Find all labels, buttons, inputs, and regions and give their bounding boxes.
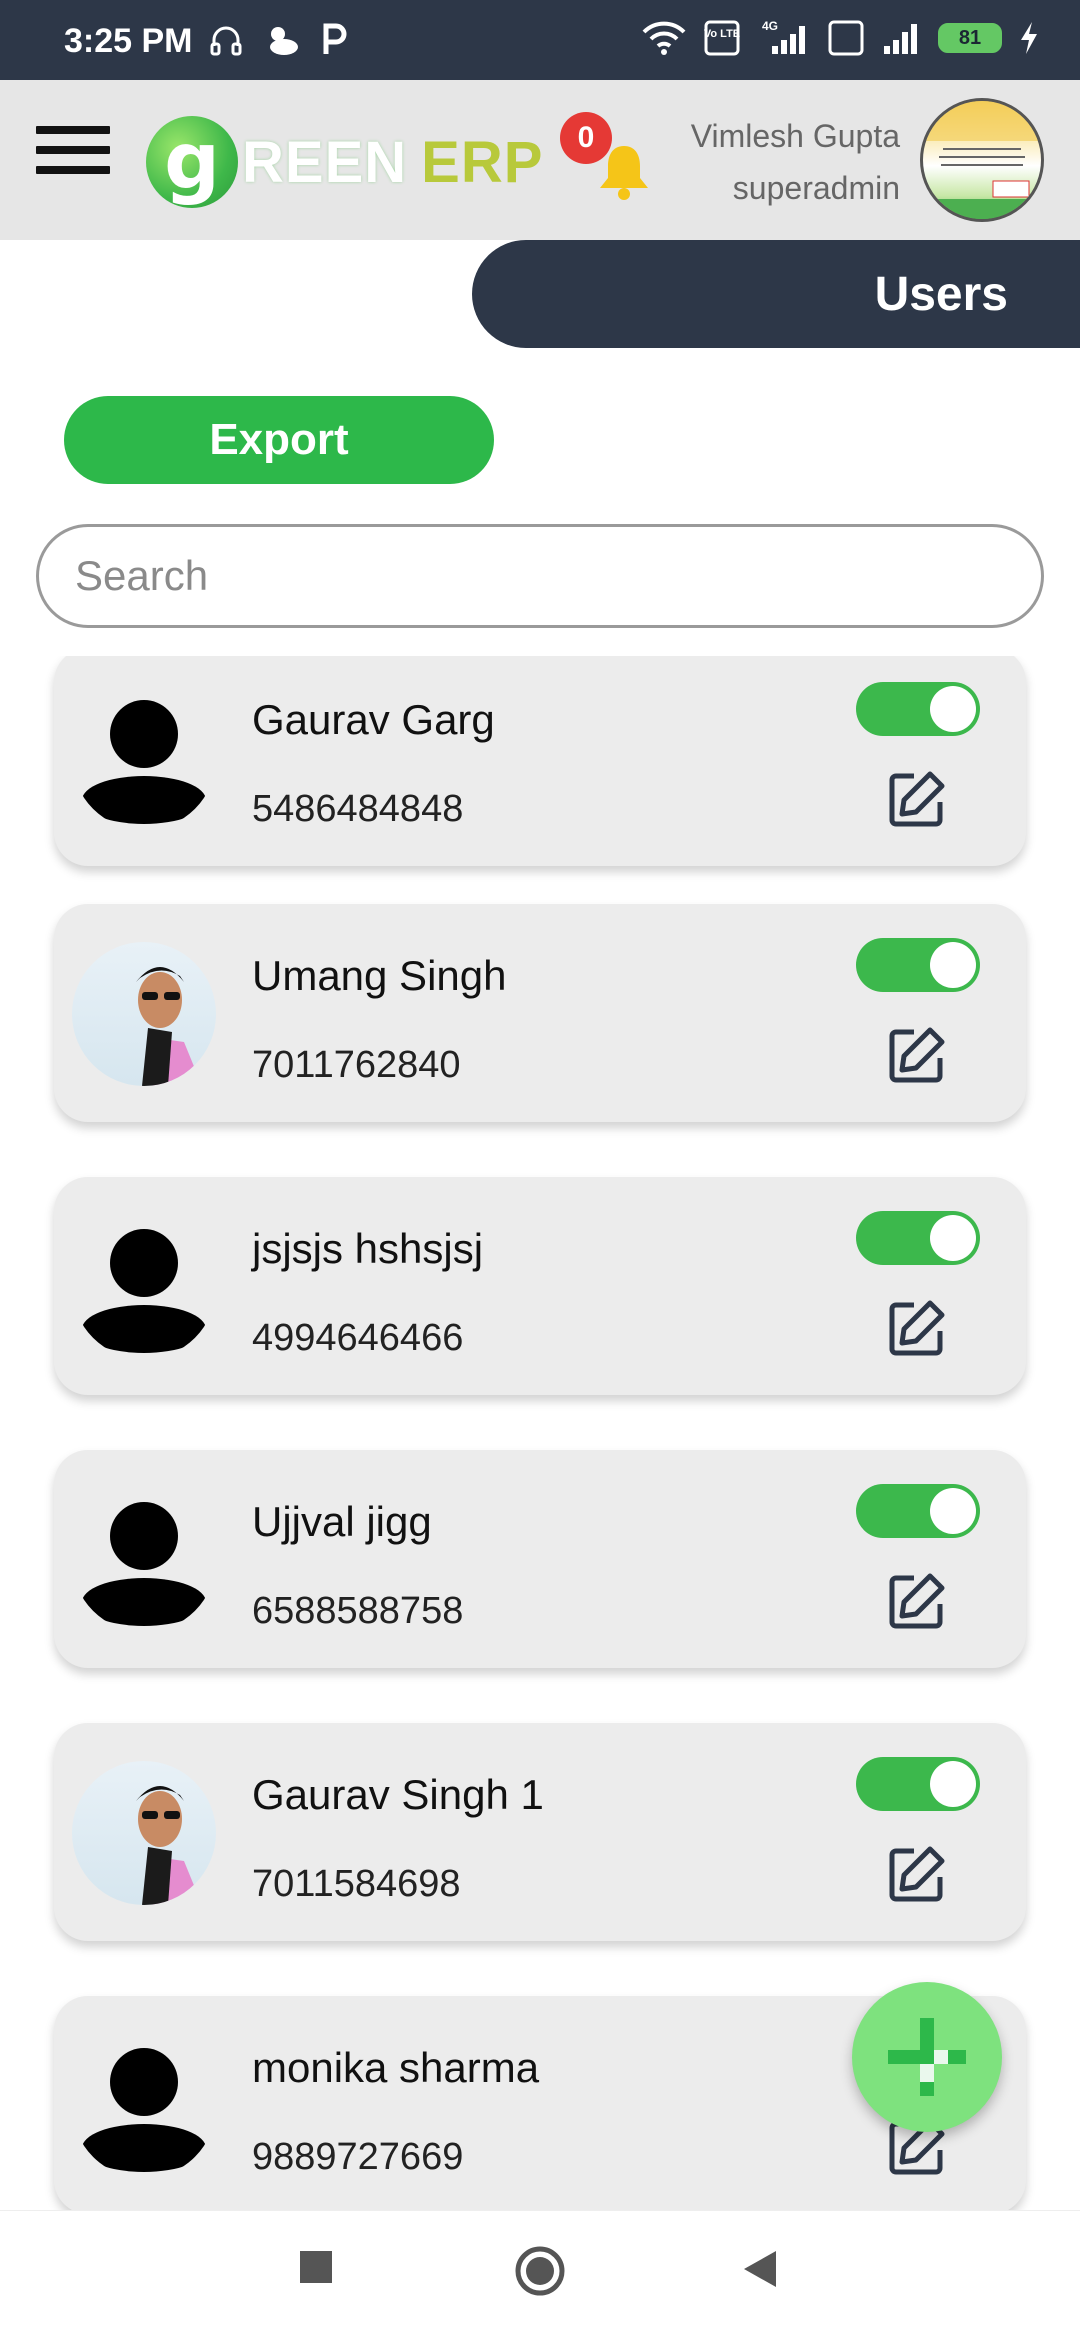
cloud-weather-icon [270,27,298,55]
headset-icon [210,26,242,56]
user-avatar-placeholder [72,686,216,830]
user-avatar-photo [72,942,216,1086]
status-left-icons [208,22,350,58]
edit-icon[interactable] [884,1843,948,1907]
user-card[interactable]: Gaurav Singh 1 7011584698 [54,1723,1026,1941]
edit-icon[interactable] [884,1570,948,1634]
page-title-tab: Users [472,240,1080,348]
user-phone-label: 5486484848 [252,788,464,830]
user-name-label: monika sharma [252,2044,540,2091]
search-box [36,524,1044,628]
volte-label: Vo LTE [704,28,740,40]
volte-lte-icon: Vo LTE [704,20,740,56]
user-active-toggle[interactable] [856,1757,980,1811]
user-phone-label: 4994646466 [252,1317,464,1359]
user-card[interactable]: Ujjval jigg 6588588758 [54,1450,1026,1668]
wifi-icon [642,21,686,55]
network-4g-label: 4G [762,19,778,33]
notifications-button[interactable]: 0 [556,112,656,212]
add-user-button[interactable] [852,1982,1002,2132]
logo-g-circle: g [146,116,238,208]
export-button[interactable]: Export [64,396,494,484]
battery-icon: 81 [938,23,1002,53]
user-avatar-placeholder [72,2034,216,2178]
green-erp-logo: g REEN ERP [146,114,543,210]
logo-erp-text: ERP [421,129,544,195]
profile-picture [923,101,1041,219]
status-bar: 3:25 PM Vo LTE 4G 81 [0,0,1080,80]
status-right-icons: Vo LTE 4G 81 [640,18,1040,58]
user-name: Vimlesh Gupta [690,118,900,154]
user-avatar-photo [72,1761,216,1905]
user-name-label: jsjsjs hshsjsj [252,1225,484,1272]
logo-reen-text: REEN [242,129,408,195]
edit-icon[interactable] [884,768,948,832]
home-icon[interactable] [514,2245,566,2297]
hamburger-menu-icon[interactable] [36,126,110,190]
profile-avatar[interactable] [920,98,1044,222]
system-nav-bar [0,2210,1080,2341]
user-role: superadmin [732,170,900,206]
user-phone-label: 7011584698 [252,1863,461,1905]
user-name-label: Gaurav Singh 1 [252,1771,544,1818]
user-phone-label: 7011762840 [252,1044,461,1086]
search-input[interactable] [73,527,977,625]
back-icon[interactable] [742,2249,778,2289]
4g-signal-icon: 4G [762,19,805,54]
page-title: Users [874,267,1008,321]
recent-apps-icon[interactable] [298,2249,334,2285]
user-list[interactable]: Gaurav Garg 5486484848 Umang Singh 70117… [0,656,1080,2210]
parking-p-icon [323,23,347,54]
user-card[interactable]: Umang Singh 7011762840 [54,904,1026,1122]
user-avatar-placeholder [72,1215,216,1359]
user-name-label: Umang Singh [252,952,507,999]
battery-level: 81 [958,26,982,49]
volte-lte-icon [828,20,864,56]
app-header: g REEN ERP 0 Vimlesh Gupta superadmin [0,80,1080,240]
edit-icon[interactable] [884,1297,948,1361]
user-card[interactable]: jsjsjs hshsjsj 4994646466 [54,1177,1026,1395]
edit-icon[interactable] [884,1024,948,1088]
user-name-label: Ujjval jigg [252,1498,432,1545]
user-avatar-placeholder [72,1488,216,1632]
user-active-toggle[interactable] [856,1211,980,1265]
charging-bolt-icon [1021,22,1037,54]
user-phone-label: 9889727669 [252,2136,464,2178]
signal-icon [884,24,917,54]
user-card[interactable]: Gaurav Garg 5486484848 [54,656,1026,866]
notification-count-badge: 0 [560,112,612,164]
status-time: 3:25 PM [64,22,193,60]
user-active-toggle[interactable] [856,682,980,736]
user-phone-label: 6588588758 [252,1590,464,1632]
user-active-toggle[interactable] [856,938,980,992]
user-name-label: Gaurav Garg [252,696,495,743]
user-active-toggle[interactable] [856,1484,980,1538]
plus-icon [888,2018,966,2096]
